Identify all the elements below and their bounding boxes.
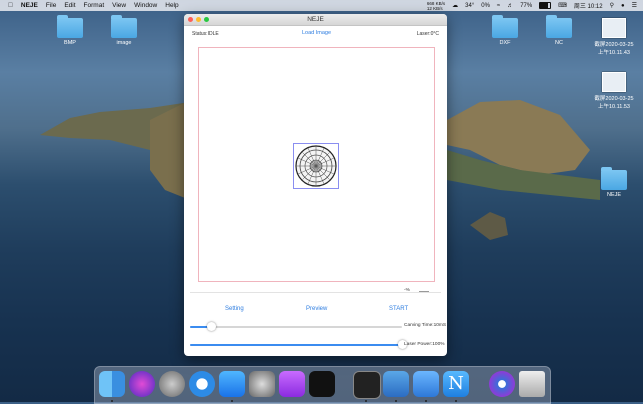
dock-launchpad-icon[interactable]: [159, 371, 185, 397]
desktop-folder-bmp[interactable]: BMP: [50, 15, 90, 46]
dock-terminal-icon[interactable]: [353, 371, 381, 399]
title-bar[interactable]: NEJE: [184, 14, 447, 26]
menu-window[interactable]: Window: [134, 2, 157, 9]
dock-system-preferences-icon[interactable]: [249, 371, 275, 397]
folder-label: NC: [555, 40, 563, 46]
status-label: Status:IDLE: [192, 31, 219, 37]
desktop-folder-image[interactable]: image: [104, 15, 144, 46]
dock-trash-icon[interactable]: [519, 371, 545, 397]
menu-file[interactable]: File: [46, 2, 56, 9]
menu-app-name[interactable]: NEJE: [21, 2, 38, 9]
dock-preview-icon[interactable]: [413, 371, 439, 397]
dock-apple-tv-icon[interactable]: [309, 371, 335, 397]
input-icon[interactable]: ⌨: [558, 2, 567, 9]
screenshot-thumbnail-icon: [602, 72, 626, 92]
desktop-folder-nc[interactable]: NC: [539, 15, 579, 46]
folder-icon: [546, 15, 572, 38]
window-title: NEJE: [307, 16, 324, 23]
folder-label: image: [116, 40, 132, 46]
screenshot-label-time: 上午10.11.53: [597, 104, 630, 110]
menu-view[interactable]: View: [112, 2, 126, 9]
load-image-button[interactable]: Load Image: [302, 30, 331, 36]
laser-power-slider[interactable]: [190, 340, 407, 349]
dock-browser-icon[interactable]: [489, 371, 515, 397]
menu-format[interactable]: Format: [84, 2, 105, 9]
apple-menu-icon[interactable]: : [8, 2, 13, 9]
carving-time-slider[interactable]: [190, 322, 402, 331]
battery-icon[interactable]: [539, 2, 552, 9]
zoom-percent-label: -%: [404, 288, 410, 293]
dock-xcode-icon[interactable]: [383, 371, 409, 397]
desktop-screenshot-1[interactable]: 截屏2020-03-25 上午10.11.43: [594, 18, 634, 56]
screenshot-label-date: 截屏2020-03-25: [594, 96, 634, 102]
folder-label: DXF: [499, 40, 511, 46]
dock-podcasts-icon[interactable]: [279, 371, 305, 397]
clock[interactable]: 周三 10:12: [574, 1, 603, 10]
dock: N: [94, 366, 551, 404]
spotlight-icon[interactable]: ⚲: [610, 2, 614, 9]
siri-icon[interactable]: ●: [621, 3, 625, 9]
dock-app-store-icon[interactable]: [219, 371, 245, 397]
folder-icon: [111, 15, 137, 38]
status-area: 668 KB/s 12 KB/s ☁ 34° 0% ≈ ♬ 77% ⌨ 周三 1…: [427, 0, 637, 11]
temperature[interactable]: 34°: [465, 3, 474, 9]
loaded-image-selection[interactable]: [293, 143, 339, 189]
menu-help[interactable]: Help: [165, 2, 178, 9]
screenshot-thumbnail-icon: [602, 18, 626, 38]
engraving-canvas[interactable]: [198, 47, 435, 282]
folder-label: NEJE: [606, 192, 622, 198]
laser-temperature-label: Laser:0°C: [416, 31, 439, 37]
start-button[interactable]: START: [389, 306, 408, 312]
battery-percent[interactable]: 77%: [520, 3, 532, 9]
dock-safari-icon[interactable]: [189, 371, 215, 397]
preview-button[interactable]: Preview: [306, 306, 327, 312]
net-down: 12 KB/s: [426, 5, 443, 11]
folder-icon: [601, 167, 627, 190]
menu-bar:  NEJE File Edit Format View Window Help…: [0, 0, 643, 11]
zoom-control[interactable]: [419, 291, 429, 292]
laser-power-label: Laser Power:100%: [404, 342, 445, 347]
folder-icon: [492, 15, 518, 38]
desktop-folder-neje[interactable]: NEJE: [594, 167, 634, 198]
wifi-icon[interactable]: ≈: [497, 3, 500, 9]
sound-icon[interactable]: ♬: [507, 3, 513, 9]
screenshot-label-time: 上午10.11.43: [597, 50, 630, 56]
carving-time-knob[interactable]: [206, 322, 216, 331]
network-speed[interactable]: 668 KB/s 12 KB/s: [427, 1, 445, 11]
dock-siri-icon[interactable]: [129, 371, 155, 397]
menu-edit[interactable]: Edit: [64, 2, 75, 9]
folder-icon: [57, 15, 83, 38]
desktop-screenshot-2[interactable]: 截屏2020-03-25 上午10.11.53: [594, 72, 634, 110]
neje-window: NEJE Status:IDLE Load Image Laser:0°C -%…: [184, 14, 447, 356]
desktop-folder-dxf[interactable]: DXF: [485, 15, 525, 46]
dock-finder-icon[interactable]: [99, 371, 125, 397]
laser-power-fill: [190, 344, 402, 346]
folder-label: BMP: [64, 40, 76, 46]
control-center-icon[interactable]: ☰: [632, 2, 637, 9]
screenshot-label-date: 截屏2020-03-25: [594, 42, 634, 48]
dock-neje-icon[interactable]: N: [443, 371, 469, 397]
carving-time-label: Carving Time:10mS: [404, 323, 447, 328]
setting-button[interactable]: Setting: [225, 306, 244, 312]
cpu-usage[interactable]: 0%: [481, 3, 490, 9]
engraving-image: [295, 145, 337, 187]
weather-icon[interactable]: ☁: [452, 2, 458, 9]
